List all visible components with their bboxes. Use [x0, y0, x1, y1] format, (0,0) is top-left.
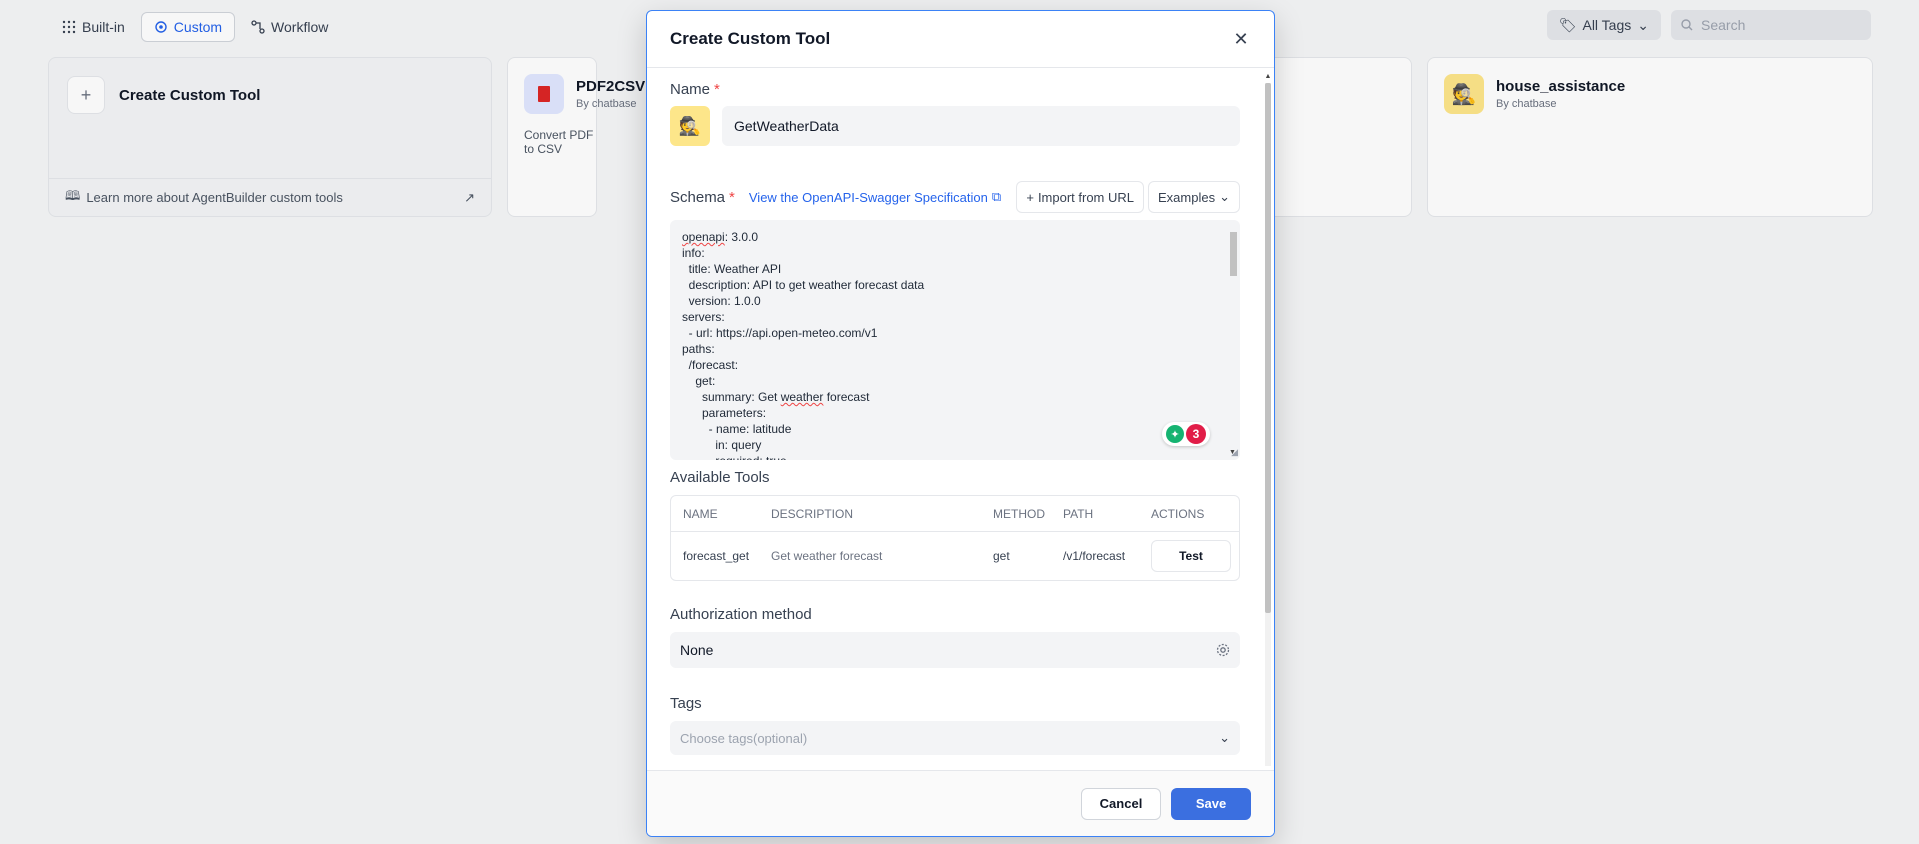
name-label: Name — [670, 81, 711, 98]
modal-body: Name * 🕵 GetWeatherData Schema * View the … — [647, 69, 1274, 780]
schema-line: parameters: — [682, 406, 767, 420]
col-method: METHOD — [993, 506, 1045, 521]
grammarly-badge[interactable]: ✦ 3 — [1162, 422, 1210, 446]
tags-section: Tags Choose tags(optional) ⌄ — [670, 695, 1240, 755]
modal-scrollbar-thumb[interactable] — [1265, 83, 1271, 613]
schema-line: paths: — [682, 342, 715, 356]
save-button[interactable]: Save — [1171, 787, 1251, 820]
schema-line: - url: https://api.open-meteo.com/v1 — [682, 326, 878, 340]
cancel-button[interactable]: Cancel — [1081, 787, 1161, 820]
schema-line: required: true — [682, 453, 1228, 460]
table-header: NAME DESCRIPTION METHOD PATH ACTIONS — [671, 496, 1239, 532]
authorization-section: Authorization method None — [670, 606, 1240, 668]
tool-method: get — [993, 549, 1010, 563]
detective-icon: 🕵 — [678, 115, 702, 136]
external-link-icon: ⧉ — [991, 189, 1002, 204]
chevron-down-icon: ⌄ — [1219, 730, 1230, 745]
schema-line: get: — [682, 374, 716, 388]
schema-line: openapi: 3.0.0 — [682, 230, 759, 244]
table-row: forecast_get Get weather forecast get /v… — [671, 532, 1239, 580]
col-path: PATH — [1063, 506, 1094, 521]
name-section: Name * 🕵 GetWeatherData — [670, 81, 1240, 146]
test-button[interactable]: Test — [1151, 540, 1231, 572]
tool-name: forecast_get — [683, 549, 750, 563]
name-input[interactable]: GetWeatherData — [722, 106, 1240, 146]
schema-line: description: API to get weather forecast… — [682, 278, 925, 292]
spec-link-label: View the OpenAPI-Swagger Specification — [748, 189, 988, 205]
schema-line: /forecast: — [682, 358, 739, 372]
openapi-spec-link[interactable]: View the OpenAPI-Swagger Specification ⧉ — [749, 189, 1001, 205]
schema-editor[interactable]: openapi: 3.0.0 info: title: Weather API d… — [670, 220, 1240, 460]
col-name: NAME — [683, 506, 718, 521]
required-marker: * — [714, 81, 720, 98]
schema-scrollbar-thumb[interactable] — [1230, 232, 1237, 276]
available-tools-label: Available Tools — [670, 469, 770, 486]
scroll-up-arrow-icon[interactable]: ▲ — [1264, 73, 1272, 80]
import-label: Import from URL — [1037, 189, 1135, 205]
close-icon[interactable]: ✕ — [1231, 29, 1251, 49]
grammarly-count: 3 — [1186, 424, 1206, 444]
examples-dropdown[interactable]: Examples ⌄ — [1148, 181, 1240, 213]
import-from-url-button[interactable]: + Import from URL — [1016, 181, 1145, 213]
tools-table: NAME DESCRIPTION METHOD PATH ACTIONS for… — [670, 495, 1240, 581]
examples-label: Examples — [1158, 189, 1216, 205]
col-actions: ACTIONS — [1151, 506, 1205, 521]
tool-path: /v1/forecast — [1063, 549, 1126, 563]
gear-icon[interactable] — [1216, 643, 1230, 657]
schema-line: in: query — [682, 438, 762, 452]
tool-description: Get weather forecast — [771, 549, 883, 563]
resize-handle-icon[interactable]: ◢ — [1231, 447, 1238, 458]
schema-line: summary: Get weather forecast — [682, 390, 870, 404]
create-custom-tool-modal: Create Custom Tool ✕ Name * 🕵 GetWeatherD… — [646, 10, 1275, 837]
schema-line: - name: latitude — [682, 422, 792, 436]
available-tools-section: Available Tools NAME DESCRIPTION METHOD … — [670, 469, 1240, 581]
schema-line: info: — [682, 246, 705, 260]
schema-line: servers: — [682, 310, 725, 324]
auth-value: None — [680, 642, 714, 658]
modal-title: Create Custom Tool — [670, 29, 831, 48]
schema-label: Schema — [670, 188, 726, 206]
grammarly-icon: ✦ — [1166, 425, 1184, 443]
chevron-down-icon: ⌄ — [1219, 189, 1230, 204]
tags-placeholder: Choose tags(optional) — [680, 730, 808, 746]
schema-text: openapi: 3.0.0 info: title: Weather API d… — [670, 220, 1240, 460]
tags-select[interactable]: Choose tags(optional) ⌄ — [670, 721, 1240, 755]
auth-method-select[interactable]: None — [670, 632, 1240, 668]
tags-label: Tags — [670, 695, 702, 712]
modal-scrollbar[interactable]: ▲ ▼ — [1264, 73, 1272, 776]
schema-line: title: Weather API — [682, 262, 782, 276]
required-marker: * — [729, 188, 735, 206]
modal-footer: Cancel Save — [647, 770, 1274, 836]
col-description: DESCRIPTION — [771, 506, 854, 521]
auth-label: Authorization method — [670, 606, 812, 623]
schema-scrollbar[interactable]: ▼ — [1229, 222, 1238, 456]
schema-section: Schema * View the OpenAPI-Swagger Specifi… — [670, 180, 1240, 460]
schema-line: version: 1.0.0 — [682, 294, 761, 308]
plus-icon: + — [1026, 189, 1034, 205]
tool-icon-picker[interactable]: 🕵 — [670, 106, 710, 146]
